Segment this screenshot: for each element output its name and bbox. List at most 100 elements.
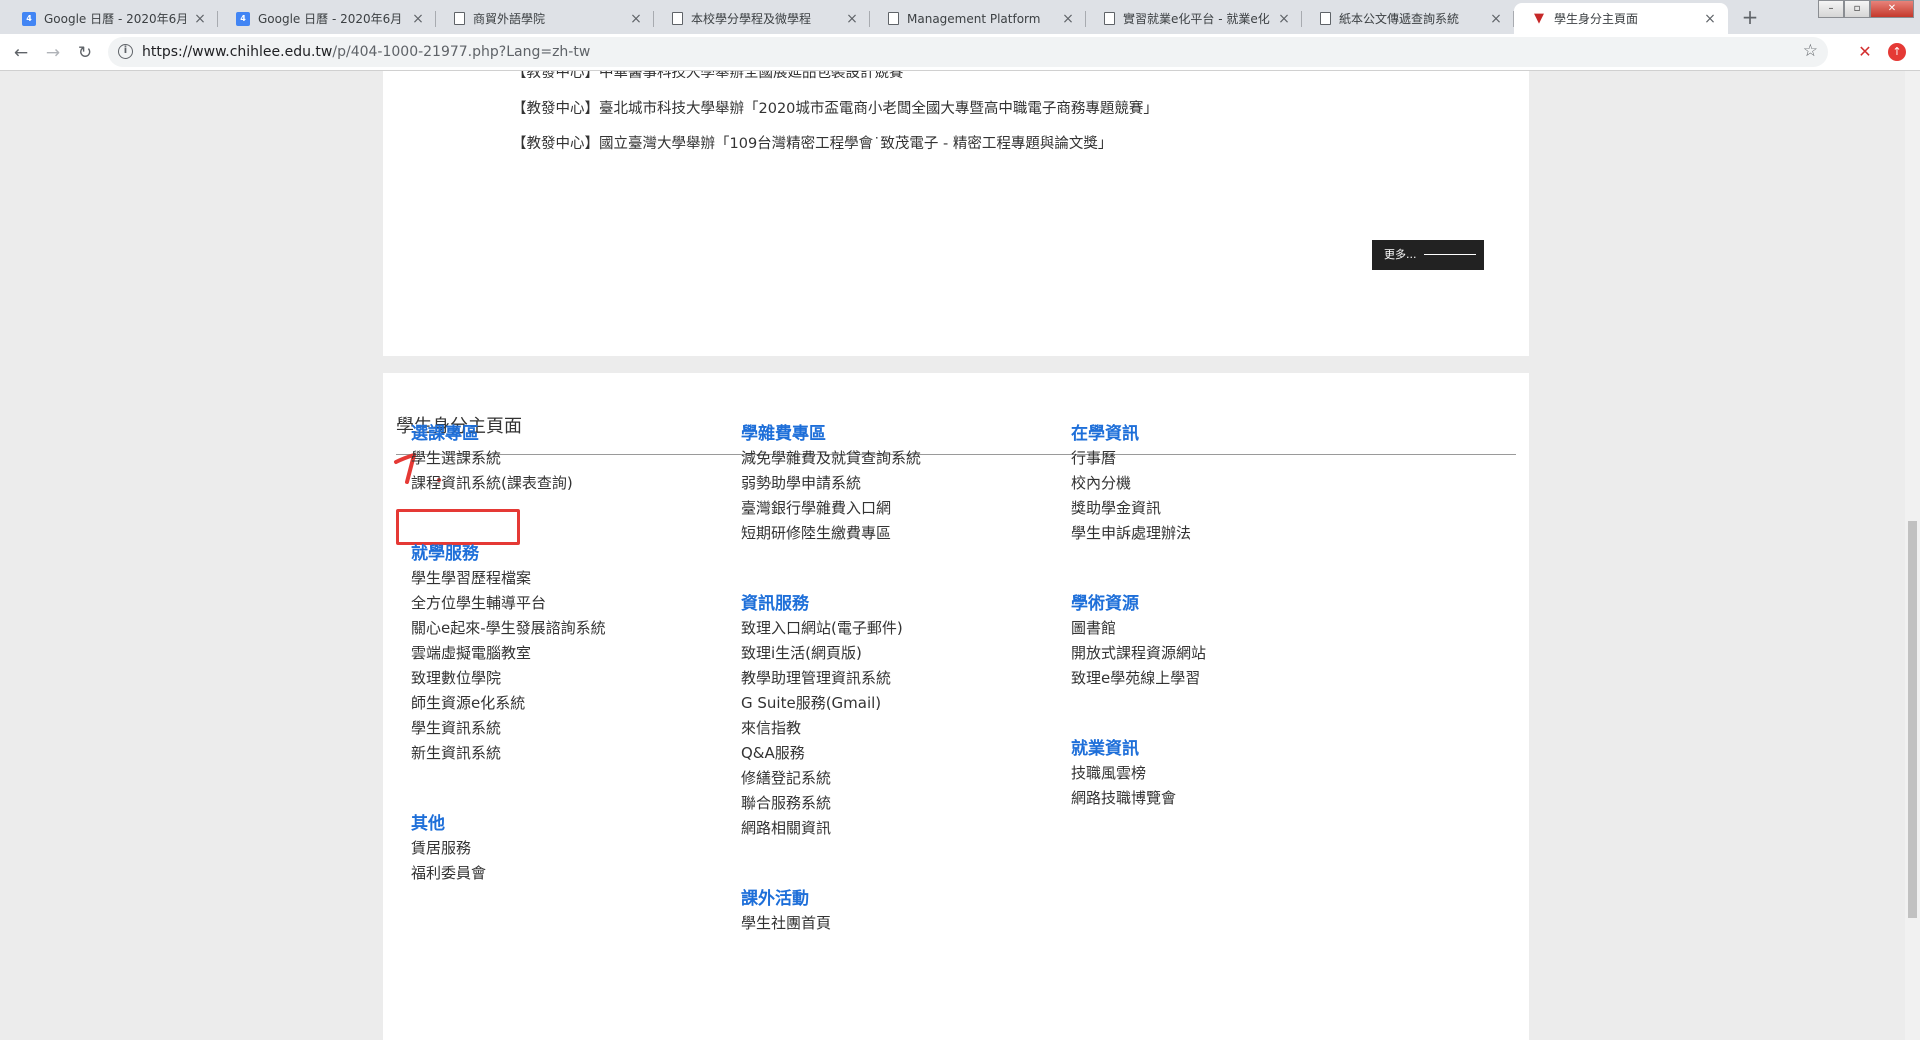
link-cloud-classroom[interactable]: 雲端虛擬電腦教室 <box>411 642 531 663</box>
reload-icon[interactable]: ↻ <box>72 40 98 66</box>
link-joint-service[interactable]: 聯合服務系統 <box>741 792 831 813</box>
category-course-selection[interactable]: 選課專區 <box>411 419 479 444</box>
document-icon <box>454 12 465 25</box>
link-feedback[interactable]: 來信指教 <box>741 717 801 738</box>
link-calendar[interactable]: 行事曆 <box>1071 447 1116 468</box>
browser-tab[interactable]: Management Platform × <box>870 3 1086 34</box>
link-resource-system[interactable]: 師生資源e化系統 <box>411 692 525 713</box>
site-info-icon[interactable]: i <box>118 44 133 59</box>
more-button[interactable]: 更多... <box>1372 240 1484 270</box>
close-icon[interactable]: × <box>628 11 644 27</box>
tab-title: Management Platform <box>907 11 1041 26</box>
minimize-icon[interactable]: – <box>1818 0 1844 18</box>
link-extensions[interactable]: 校內分機 <box>1071 472 1131 493</box>
link-student-info-system[interactable]: 學生資訊系統 <box>411 717 501 738</box>
tab-title: 學生身分主頁面 <box>1554 12 1639 26</box>
link-grievance-rules[interactable]: 學生申訴處理辦法 <box>1071 522 1191 543</box>
link-bank-tuition-portal[interactable]: 臺灣銀行學雜費入口網 <box>741 497 891 518</box>
close-icon[interactable]: × <box>192 11 208 27</box>
new-tab-button[interactable]: + <box>1736 5 1764 31</box>
category-extracurricular[interactable]: 課外活動 <box>741 884 809 909</box>
link-housing-service[interactable]: 賃居服務 <box>411 837 471 858</box>
url-host: https://www.chihlee.edu.tw <box>142 44 333 60</box>
tab-strip: 4 Google 日曆 - 2020年6月 × 4 Google 日曆 - 20… <box>0 0 1920 34</box>
browser-tab-active[interactable]: ▼ 學生身分主頁面 × <box>1514 3 1728 34</box>
link-ta-system[interactable]: 教學助理管理資訊系統 <box>741 667 891 688</box>
close-icon[interactable]: × <box>410 11 426 27</box>
address-bar[interactable]: i https://www.chihlee.edu.tw/p/404-1000-… <box>108 37 1828 67</box>
link-course-info-system[interactable]: 課程資訊系統(課表查詢) <box>411 472 573 493</box>
news-item[interactable]: 【教發中心】國立臺灣大學舉辦「109台灣精密工程學會˙致茂電子 - 精密工程專題… <box>512 132 1112 153</box>
google-calendar-icon: 4 <box>22 11 36 26</box>
url-path: /p/404-1000-21977.php?Lang=zh-tw <box>332 44 591 60</box>
maximize-icon[interactable]: ▫ <box>1844 0 1870 18</box>
link-counseling-platform[interactable]: 全方位學生輔導平台 <box>411 592 546 613</box>
forward-arrow-icon[interactable]: → <box>40 40 66 66</box>
extension-icon[interactable]: ↑ <box>1888 43 1906 61</box>
link-welfare-committee[interactable]: 福利委員會 <box>411 862 486 883</box>
more-line <box>1424 254 1476 255</box>
link-digital-academy[interactable]: 致理數位學院 <box>411 667 501 688</box>
category-it-services[interactable]: 資訊服務 <box>741 589 809 614</box>
link-online-job-fair[interactable]: 網路技職博覽會 <box>1071 787 1176 808</box>
link-gsuite[interactable]: G Suite服務(Gmail) <box>741 692 881 713</box>
document-icon <box>672 12 683 25</box>
close-icon[interactable]: × <box>844 11 860 27</box>
more-label: 更多... <box>1384 248 1417 261</box>
link-network-info[interactable]: 網路相關資訊 <box>741 817 831 838</box>
tab-title: Google 日曆 - 2020年6月 <box>258 12 403 26</box>
link-student-clubs[interactable]: 學生社團首頁 <box>741 912 831 933</box>
link-learning-portfolio[interactable]: 學生學習歷程檔案 <box>411 567 531 588</box>
document-icon <box>888 12 899 25</box>
divider <box>396 454 1516 455</box>
category-study-services[interactable]: 就學服務 <box>411 539 479 564</box>
window-close-icon[interactable]: ✕ <box>1870 0 1914 18</box>
browser-tab[interactable]: 本校學分學程及微學程 × <box>654 3 870 34</box>
category-school-info[interactable]: 在學資訊 <box>1071 419 1139 444</box>
browser-tab[interactable]: 商貿外語學院 × <box>436 3 654 34</box>
tab-title: 紙本公文傳遞查詢系統 <box>1339 12 1460 26</box>
category-academic-resources[interactable]: 學術資源 <box>1071 589 1139 614</box>
close-icon[interactable]: × <box>1060 11 1076 27</box>
bookmark-star-icon[interactable]: ☆ <box>1803 41 1818 61</box>
link-student-course-selection[interactable]: 學生選課系統 <box>411 447 501 468</box>
link-vocational-ranking[interactable]: 技職風雲榜 <box>1071 762 1146 783</box>
browser-tab[interactable]: 4 Google 日曆 - 2020年6月 × <box>4 3 218 34</box>
link-care-consulting[interactable]: 關心e起來-學生發展諮詢系統 <box>411 617 606 638</box>
link-scholarships[interactable]: 獎助學金資訊 <box>1071 497 1161 518</box>
close-icon[interactable]: × <box>1488 11 1504 27</box>
category-other[interactable]: 其他 <box>411 809 445 834</box>
link-qa-service[interactable]: Q&A服務 <box>741 742 805 763</box>
link-mainland-student-payment[interactable]: 短期研修陸生繳費專區 <box>741 522 891 543</box>
url-text[interactable]: https://www.chihlee.edu.tw/p/404-1000-21… <box>142 44 590 60</box>
link-portal-email[interactable]: 致理入口網站(電子郵件) <box>741 617 903 638</box>
browser-tab[interactable]: 4 Google 日曆 - 2020年6月 × <box>218 3 436 34</box>
chihlee-logo-icon: ▼ <box>1534 11 1544 26</box>
browser-tab[interactable]: 實習就業e化平台 - 就業e化 × <box>1086 3 1302 34</box>
news-item[interactable]: 【教發中心】臺北城市科技大學舉辦「2020城市盃電商小老闆全國大專暨高中職電子商… <box>512 97 1158 118</box>
extension-icon[interactable]: ✕ <box>1856 43 1874 61</box>
link-open-courseware[interactable]: 開放式課程資源網站 <box>1071 642 1206 663</box>
vertical-scrollbar[interactable] <box>1905 71 1920 1040</box>
document-icon <box>1104 12 1115 25</box>
link-ilife[interactable]: 致理i生活(網頁版) <box>741 642 862 663</box>
category-tuition[interactable]: 學雜費專區 <box>741 419 826 444</box>
link-financial-aid[interactable]: 弱勢助學申請系統 <box>741 472 861 493</box>
document-icon <box>1320 12 1331 25</box>
tab-title: 實習就業e化平台 - 就業e化 <box>1123 12 1270 26</box>
tab-title: 本校學分學程及微學程 <box>691 12 812 26</box>
news-item[interactable]: 【教發中心】中華醫事科技大學舉辦全國展延品包裝設計競賽 <box>512 71 904 82</box>
link-elearning[interactable]: 致理e學苑線上學習 <box>1071 667 1200 688</box>
back-arrow-icon[interactable]: ← <box>8 40 34 66</box>
browser-tab[interactable]: 紙本公文傳遞查詢系統 × <box>1302 3 1514 34</box>
tab-title: 商貿外語學院 <box>473 12 546 26</box>
google-calendar-icon: 4 <box>236 11 250 26</box>
close-icon[interactable]: × <box>1702 11 1718 27</box>
link-tuition-reduction[interactable]: 減免學雜費及就貸查詢系統 <box>741 447 921 468</box>
category-career-info[interactable]: 就業資訊 <box>1071 734 1139 759</box>
scrollbar-thumb[interactable] <box>1908 521 1917 918</box>
close-icon[interactable]: × <box>1276 11 1292 27</box>
link-library[interactable]: 圖書館 <box>1071 617 1116 638</box>
link-repair-registration[interactable]: 修繕登記系統 <box>741 767 831 788</box>
link-freshman-info-system[interactable]: 新生資訊系統 <box>411 742 501 763</box>
